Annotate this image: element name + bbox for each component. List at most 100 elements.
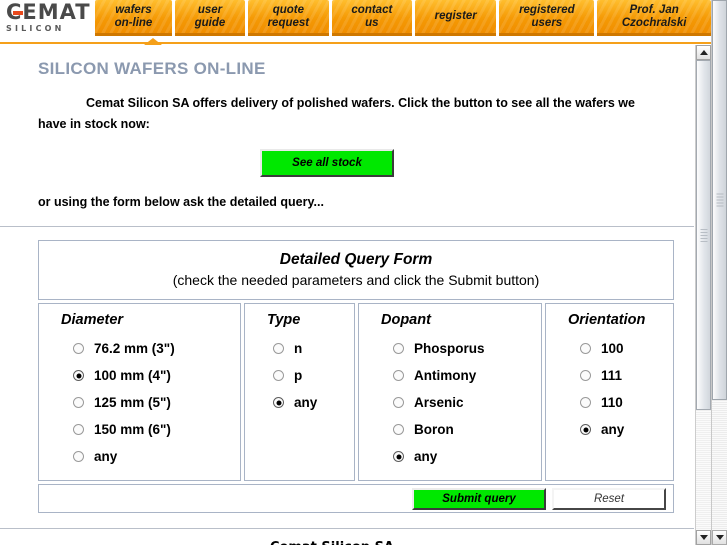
- nav-tab-user-guide[interactable]: user guide: [174, 0, 245, 36]
- nav-tab-line2: users: [531, 16, 563, 29]
- nav-tab-line1: wafers: [115, 3, 152, 16]
- radio-option-orientation-100[interactable]: 100: [546, 335, 673, 362]
- radio-icon[interactable]: [393, 343, 404, 354]
- form-columns: Diameter 76.2 mm (3") 100 mm (4") 125 mm…: [38, 303, 674, 481]
- nav-tab-prof-jan-czochralski[interactable]: Prof. Jan Czochralski: [597, 0, 711, 36]
- submit-query-button[interactable]: Submit query: [412, 487, 546, 510]
- radio-icon[interactable]: [73, 397, 84, 408]
- fieldset-type: Type n p any: [244, 303, 355, 481]
- radio-option-dopant-arsenic[interactable]: Arsenic: [359, 389, 541, 416]
- nav-tab-line2: request: [267, 16, 310, 29]
- nav-tab-register[interactable]: register: [414, 0, 497, 36]
- nav-tab-line2: us: [365, 16, 379, 29]
- scrollbar-thumb[interactable]: [712, 0, 727, 400]
- scroll-up-icon[interactable]: [696, 45, 711, 60]
- radio-icon[interactable]: [580, 370, 591, 381]
- nav-tab-quote-request[interactable]: quote request: [247, 0, 329, 36]
- radio-icon[interactable]: [73, 424, 84, 435]
- radio-option-type-p[interactable]: p: [245, 362, 354, 389]
- nav-tab-line2: on-line: [114, 16, 153, 29]
- radio-option-dopant-any[interactable]: any: [359, 443, 541, 470]
- radio-label: 76.2 mm (3"): [94, 341, 175, 356]
- footer: Cemat Silicon SA: [0, 540, 694, 545]
- fieldset-diameter: Diameter 76.2 mm (3") 100 mm (4") 125 mm…: [38, 303, 241, 481]
- radio-option-diameter-76[interactable]: 76.2 mm (3"): [39, 335, 240, 362]
- form-title: Detailed Query Form: [279, 251, 433, 268]
- radio-icon-selected[interactable]: [393, 451, 404, 462]
- fieldset-legend-orientation: Orientation: [568, 312, 646, 328]
- radio-option-diameter-125[interactable]: 125 mm (5"): [39, 389, 240, 416]
- radio-label: 100 mm (4"): [94, 368, 171, 383]
- radio-option-orientation-111[interactable]: 111: [546, 362, 673, 389]
- fieldset-legend-diameter: Diameter: [61, 312, 124, 328]
- radio-label: any: [294, 395, 318, 410]
- radio-icon-selected[interactable]: [580, 424, 591, 435]
- logo-subtitle: SILICON: [6, 24, 65, 33]
- page-title: SILICON WAFERS ON-LINE: [38, 59, 266, 78]
- radio-icon[interactable]: [73, 343, 84, 354]
- radio-option-diameter-100[interactable]: 100 mm (4"): [39, 362, 240, 389]
- cemat-silicon-logo[interactable]: CEMAT SILICON: [0, 0, 95, 40]
- scrollbar-thumb[interactable]: [696, 60, 711, 410]
- radio-label: 125 mm (5"): [94, 395, 171, 410]
- scrollbar-grip-icon: [716, 193, 723, 207]
- radio-option-diameter-150[interactable]: 150 mm (6"): [39, 416, 240, 443]
- nav-tab-line1: contact: [351, 3, 393, 16]
- fieldset-orientation: Orientation 100 111 110 any: [545, 303, 674, 481]
- scroll-down-icon[interactable]: [696, 530, 711, 545]
- nav-tab-contact-us[interactable]: contact us: [331, 0, 412, 36]
- radio-icon[interactable]: [580, 343, 591, 354]
- radio-option-type-any[interactable]: any: [245, 389, 354, 416]
- radio-icon-selected[interactable]: [73, 370, 84, 381]
- radio-label: any: [414, 449, 438, 464]
- radio-icon[interactable]: [73, 451, 84, 462]
- radio-label: Boron: [414, 422, 454, 437]
- scroll-down-icon[interactable]: [712, 530, 727, 545]
- radio-label: 100: [601, 341, 624, 356]
- radio-icon[interactable]: [393, 370, 404, 381]
- radio-label: n: [294, 341, 303, 356]
- browser-scrollbar-vertical[interactable]: [711, 0, 727, 545]
- radio-label: any: [94, 449, 118, 464]
- radio-option-dopant-phosporus[interactable]: Phosporus: [359, 335, 541, 362]
- nav-tab-line1: quote: [272, 3, 304, 16]
- radio-icon[interactable]: [393, 424, 404, 435]
- page-scrollbar-vertical[interactable]: [695, 45, 711, 545]
- scrollable-content: SILICON WAFERS ON-LINE Cemat Silicon SA …: [0, 45, 694, 545]
- nav-tab-line1: Prof. Jan: [629, 3, 679, 16]
- radio-label: Phosporus: [414, 341, 485, 356]
- nav-tab-line2: guide: [194, 16, 226, 29]
- radio-option-orientation-110[interactable]: 110: [546, 389, 673, 416]
- detailed-query-hint: or using the form below ask the detailed…: [38, 195, 324, 209]
- radio-label: p: [294, 368, 303, 383]
- footer-divider: [0, 528, 694, 529]
- fieldset-dopant: Dopant Phosporus Antimony Arsenic Boron …: [358, 303, 542, 481]
- radio-option-dopant-boron[interactable]: Boron: [359, 416, 541, 443]
- radio-label: 110: [601, 395, 623, 410]
- radio-icon[interactable]: [580, 397, 591, 408]
- radio-icon[interactable]: [273, 370, 284, 381]
- reset-button[interactable]: Reset: [552, 487, 666, 510]
- form-header: Detailed Query Form (check the needed pa…: [38, 240, 674, 300]
- browser-page: CEMAT SILICON wafers on-line user guide …: [0, 0, 711, 545]
- radio-icon[interactable]: [393, 397, 404, 408]
- nav-tabs: wafers on-line user guide quote request …: [95, 0, 711, 40]
- nav-tab-wafers-online[interactable]: wafers on-line: [95, 0, 172, 36]
- radio-label: 111: [601, 368, 623, 383]
- section-divider: [0, 226, 694, 227]
- radio-icon-selected[interactable]: [273, 397, 284, 408]
- form-subtitle: (check the needed parameters and click t…: [172, 272, 540, 288]
- see-all-stock-button[interactable]: See all stock: [260, 149, 394, 177]
- radio-option-orientation-any[interactable]: any: [546, 416, 673, 443]
- logo-accent-bar: [13, 11, 23, 15]
- radio-label: Antimony: [414, 368, 477, 383]
- form-actions-row: Submit query Reset: [38, 484, 674, 513]
- scrollbar-grip-icon: [700, 228, 707, 242]
- nav-tab-registered-users[interactable]: registered users: [499, 0, 595, 36]
- nav-tab-line1: register: [434, 10, 477, 22]
- detailed-query-form: Detailed Query Form (check the needed pa…: [38, 240, 674, 513]
- radio-option-dopant-antimony[interactable]: Antimony: [359, 362, 541, 389]
- radio-icon[interactable]: [273, 343, 284, 354]
- radio-option-diameter-any[interactable]: any: [39, 443, 240, 470]
- radio-option-type-n[interactable]: n: [245, 335, 354, 362]
